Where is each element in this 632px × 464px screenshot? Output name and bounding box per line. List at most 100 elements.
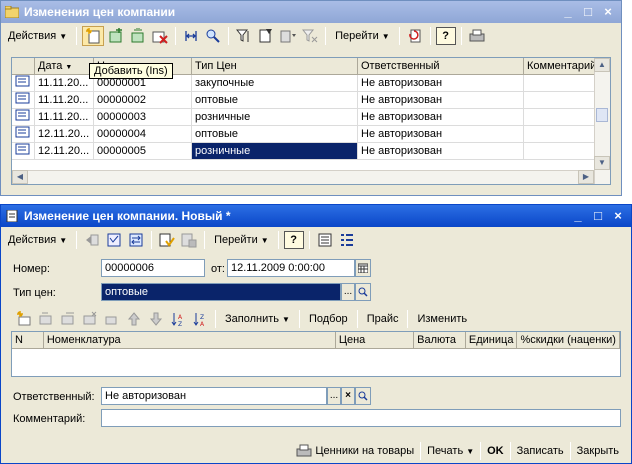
responsible-select-button[interactable]: ...	[327, 387, 341, 405]
table-row[interactable]: 11.11.20... 00000003 розничные Не автори…	[12, 108, 601, 126]
row-edit-button[interactable]	[58, 309, 78, 329]
scroll-right-button[interactable]: ▶	[578, 170, 594, 184]
cell-price-type-selected[interactable]: розничные	[191, 142, 358, 160]
cell-price-type[interactable]: оптовые	[191, 125, 358, 143]
scroll-down-button[interactable]: ▼	[594, 156, 610, 170]
row-end-edit-button[interactable]	[102, 309, 122, 329]
price-labels-button[interactable]: Ценники на товары	[290, 441, 420, 461]
document-window-titlebar[interactable]: Изменение цен компании. Новый * _ □ ×	[1, 205, 631, 227]
price-type-select-button[interactable]: ...	[341, 283, 355, 301]
minimize-button[interactable]: _	[561, 5, 575, 19]
minimize-button[interactable]: _	[571, 209, 585, 223]
column-header-unit[interactable]: Единица	[465, 332, 518, 349]
actions-menu[interactable]: Действия ▼	[4, 230, 71, 250]
filter-history-button[interactable]	[278, 26, 298, 46]
close-button[interactable]: ×	[611, 209, 625, 223]
table-row[interactable]: 12.11.20... 00000004 оптовые Не авторизо…	[12, 125, 601, 143]
cell-price-type[interactable]: оптовые	[191, 91, 358, 109]
cell-date[interactable]: 12.11.20...	[34, 142, 94, 160]
cell-price-type[interactable]: розничные	[191, 108, 358, 126]
goto-menu[interactable]: Перейти ▼	[210, 230, 273, 250]
select-button[interactable]: Подбор	[305, 309, 352, 329]
help-button[interactable]: ?	[435, 27, 456, 45]
cell-comment[interactable]	[523, 125, 601, 143]
cell-responsible[interactable]: Не авторизован	[357, 125, 524, 143]
actions-menu[interactable]: Действия ▼	[4, 26, 71, 46]
filter-button[interactable]	[234, 26, 254, 46]
scroll-thumb[interactable]	[596, 108, 608, 122]
price-type-field[interactable]: оптовые	[101, 283, 341, 301]
print-button[interactable]	[467, 26, 487, 46]
column-header-responsible[interactable]: Ответственный	[357, 58, 524, 75]
column-header-nomenclature[interactable]: Номенклатура	[43, 332, 336, 349]
cell-comment[interactable]	[523, 142, 601, 160]
ok-button[interactable]: OK	[481, 441, 510, 461]
list-window-titlebar[interactable]: Изменения цен компании _ □ ×	[1, 1, 621, 23]
items-grid[interactable]: N Номенклатура Цена Валюта Единица %скид…	[11, 331, 621, 377]
delete-button[interactable]	[150, 26, 170, 46]
change-button[interactable]: Изменить	[413, 309, 471, 329]
column-header-currency[interactable]: Валюта	[413, 332, 466, 349]
move-up-button[interactable]	[124, 309, 144, 329]
row-add-button[interactable]	[14, 309, 34, 329]
add-button[interactable]	[82, 26, 105, 46]
cell-responsible[interactable]: Не авторизован	[357, 142, 524, 160]
close-button[interactable]: ×	[601, 5, 615, 19]
move-down-button[interactable]	[146, 309, 166, 329]
close-form-button[interactable]: Закрыть	[571, 441, 625, 461]
add-group-button[interactable]	[128, 26, 148, 46]
cell-number[interactable]: 00000005	[93, 142, 192, 160]
save-button[interactable]: Записать	[511, 441, 570, 461]
help-button[interactable]: ?	[283, 231, 304, 249]
cell-price-type[interactable]: закупочные	[191, 74, 358, 92]
nav-back-button[interactable]	[82, 230, 102, 250]
comment-field[interactable]	[101, 409, 621, 427]
calendar-button[interactable]	[355, 259, 371, 277]
number-field[interactable]: 00000006	[101, 259, 205, 277]
post-button[interactable]	[157, 230, 177, 250]
table-row[interactable]: 11.11.20... 00000002 оптовые Не авторизо…	[12, 91, 601, 109]
cell-responsible[interactable]: Не авторизован	[357, 91, 524, 109]
cell-responsible[interactable]: Не авторизован	[357, 108, 524, 126]
cell-comment[interactable]	[523, 108, 601, 126]
scroll-up-button[interactable]: ▲	[594, 58, 610, 72]
cell-number[interactable]: 00000002	[93, 91, 192, 109]
unpost-button[interactable]	[179, 230, 199, 250]
fill-menu[interactable]: Заполнить ▼	[221, 309, 294, 329]
filter-off-button[interactable]	[300, 26, 320, 46]
cell-responsible[interactable]: Не авторизован	[357, 74, 524, 92]
responsible-field[interactable]: Не авторизован	[101, 387, 327, 405]
cell-comment[interactable]	[523, 91, 601, 109]
add-copy-button[interactable]	[106, 26, 126, 46]
structure-button[interactable]	[104, 230, 124, 250]
sync-button[interactable]	[181, 26, 201, 46]
cell-number[interactable]: 00000003	[93, 108, 192, 126]
table-row-selected[interactable]: 12.11.20... 00000005 розничные Не автори…	[12, 142, 601, 160]
price-list-button[interactable]: Прайс	[363, 309, 403, 329]
filter-value-button[interactable]	[256, 26, 276, 46]
cell-comment[interactable]	[523, 74, 601, 92]
responsible-open-button[interactable]	[355, 387, 371, 405]
column-header-discount[interactable]: %скидки (наценки)	[516, 332, 620, 349]
exchange-button[interactable]	[126, 230, 146, 250]
list-view-button[interactable]	[315, 230, 335, 250]
settings-list-button[interactable]	[337, 230, 357, 250]
goto-menu[interactable]: Перейти ▼	[331, 26, 394, 46]
date-field[interactable]: 12.11.2009 0:00:00	[227, 259, 355, 277]
maximize-button[interactable]: □	[581, 5, 595, 19]
column-header-date[interactable]: Дата ▼	[34, 58, 94, 75]
horizontal-scrollbar[interactable]: ◀ ▶	[12, 170, 594, 184]
scroll-left-button[interactable]: ◀	[12, 170, 28, 184]
search-button[interactable]	[203, 26, 223, 46]
column-header-price[interactable]: Цена	[335, 332, 415, 349]
print-menu[interactable]: Печать ▼	[421, 441, 480, 461]
cell-date[interactable]: 11.11.20...	[34, 108, 94, 126]
column-header-n[interactable]: N	[12, 332, 44, 349]
refresh-button[interactable]	[405, 26, 425, 46]
cell-date[interactable]: 12.11.20...	[34, 125, 94, 143]
maximize-button[interactable]: □	[591, 209, 605, 223]
responsible-clear-button[interactable]: ×	[341, 387, 355, 405]
cell-number[interactable]: 00000004	[93, 125, 192, 143]
sort-desc-button[interactable]: ZA	[190, 309, 210, 329]
row-delete-button[interactable]	[80, 309, 100, 329]
